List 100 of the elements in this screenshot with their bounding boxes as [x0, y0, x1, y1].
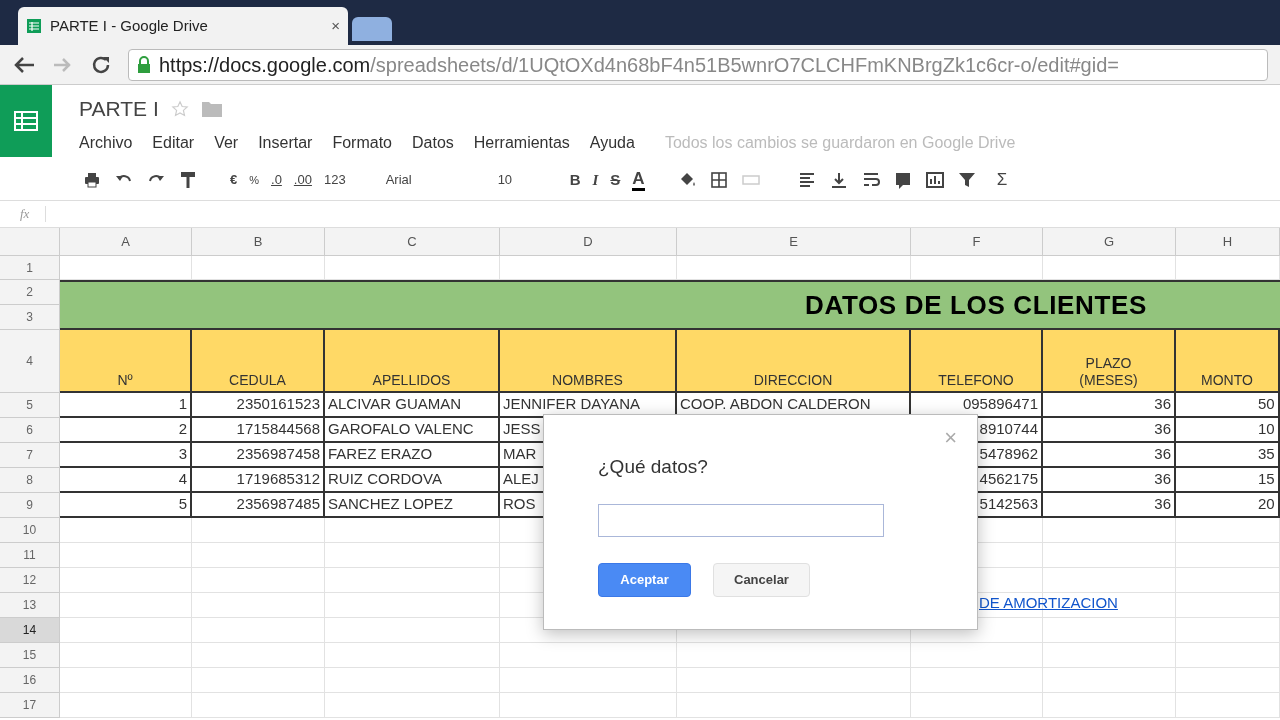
italic-button[interactable]: I	[592, 168, 599, 192]
row-header: 5	[0, 393, 60, 418]
filter-icon[interactable]	[956, 170, 977, 190]
cancel-button[interactable]: Cancelar	[713, 562, 810, 597]
table-cell: 36	[1043, 393, 1176, 418]
row-header: 3	[0, 305, 60, 330]
row-header: 4	[0, 330, 60, 393]
percent-button[interactable]: %	[249, 171, 259, 189]
sheets-logo[interactable]	[0, 85, 52, 157]
menu-item[interactable]: Herramientas	[473, 130, 570, 155]
font-size-dropdown[interactable]: 10	[497, 170, 558, 190]
formula-label: fx	[20, 205, 30, 224]
url-text: https://docs.google.com/spreadsheets/d/1UQtOXd4n68bF4n51B5wnrO7CLCHFmKNBrgZk1c6cr-o/edit#gid=	[159, 52, 1119, 78]
table-cell: 50	[1176, 393, 1280, 418]
save-status: Todos los cambios se guardaron en Google Drive	[664, 132, 1016, 153]
functions-button[interactable]: Σ	[996, 167, 1008, 193]
table-cell: RUIZ CORDOVA	[325, 468, 500, 493]
table-cell: GAROFALO VALENC	[325, 418, 500, 443]
table-title-banner: DATOS DE LOS CLIENTES	[60, 280, 1280, 330]
row-header: 9	[0, 493, 60, 518]
table-cell: 10	[1176, 418, 1280, 443]
column-heading-cell: Nº	[60, 330, 192, 393]
column-header: D	[500, 228, 677, 256]
table-cell: 1	[60, 393, 192, 418]
table-cell: 36	[1043, 443, 1176, 468]
menu-item[interactable]: Ayuda	[589, 130, 635, 155]
chart-icon[interactable]	[924, 170, 945, 190]
column-header: G	[1043, 228, 1176, 256]
column-header: H	[1176, 228, 1280, 256]
row-header: 6	[0, 418, 60, 443]
column-header: B	[192, 228, 325, 256]
row-header: 10	[0, 518, 60, 543]
corner-cell	[0, 228, 60, 256]
table-cell: 2350161523	[192, 393, 325, 418]
table-cell: 2	[60, 418, 192, 443]
menu-item[interactable]: Datos	[412, 130, 454, 155]
row-header: 17	[0, 693, 60, 718]
spreadsheet-icon	[26, 18, 42, 34]
column-heading-cell: NOMBRES	[500, 330, 677, 393]
back-icon[interactable]	[12, 54, 36, 75]
decrease-decimals-button[interactable]: .0	[271, 170, 282, 190]
hyperlink[interactable]: DE AMORTIZACION	[979, 594, 1118, 611]
table-cell: 3	[60, 443, 192, 468]
column-heading-cell: TELEFONO	[911, 330, 1043, 393]
table-cell: 5	[60, 493, 192, 518]
text-color-button[interactable]: A	[632, 169, 645, 191]
row-header: 11	[0, 543, 60, 568]
document-title[interactable]: PARTE I	[79, 93, 159, 125]
input-field[interactable]	[598, 503, 884, 537]
column-header: A	[60, 228, 192, 256]
table-cell: ALCIVAR GUAMAN	[325, 393, 500, 418]
column-heading-cell: DIRECCION	[677, 330, 911, 393]
lock-icon	[137, 55, 151, 74]
table-cell: SANCHEZ LOPEZ	[325, 493, 500, 518]
row-header: 1	[0, 256, 60, 280]
bold-button[interactable]: B	[569, 168, 581, 192]
table-cell: 36	[1043, 493, 1176, 518]
column-heading-cell: APELLIDOS	[325, 330, 500, 393]
column-header: F	[911, 228, 1043, 256]
increase-decimals-button[interactable]: .00	[293, 170, 312, 190]
row-header: 2	[0, 280, 60, 305]
table-cell: 4	[60, 468, 192, 493]
font-dropdown[interactable]: Arial	[385, 170, 486, 190]
row-header: 16	[0, 668, 60, 693]
row-header: 7	[0, 443, 60, 468]
strikethrough-button[interactable]: S	[610, 168, 621, 192]
table-cell: 2356987458	[192, 443, 325, 468]
table-cell: 15	[1176, 468, 1280, 493]
menu-item[interactable]: Archivo	[79, 130, 133, 155]
row-header: 12	[0, 568, 60, 593]
menu-item[interactable]: Formato	[332, 130, 392, 155]
column-heading-cell: CEDULA	[192, 330, 325, 393]
star-icon[interactable]	[170, 99, 189, 118]
column-header: E	[677, 228, 911, 256]
table-cell: 36	[1043, 418, 1176, 443]
browser-tab[interactable]: PARTE I - Google Drive ×	[18, 7, 348, 45]
column-header: C	[325, 228, 500, 256]
column-heading-cell: MONTO	[1176, 330, 1280, 393]
table-cell: 36	[1043, 468, 1176, 493]
table-cell: 1719685312	[192, 468, 325, 493]
row-header: 14	[0, 618, 60, 643]
table-cell: FAREZ ERAZO	[325, 443, 500, 468]
menu-item[interactable]: Insertar	[258, 130, 313, 155]
more-formats-button[interactable]: 123	[323, 170, 346, 190]
menu-item[interactable]: Editar	[152, 130, 195, 155]
currency-button[interactable]: €	[230, 170, 238, 190]
row-header: 15	[0, 643, 60, 668]
print-icon[interactable]	[82, 170, 102, 190]
table-cell: 20	[1176, 493, 1280, 518]
close-icon[interactable]: ×	[331, 14, 340, 38]
table-cell: 1715844568	[192, 418, 325, 443]
row-header: 8	[0, 468, 60, 493]
borders-icon[interactable]	[708, 170, 729, 190]
table-cell: 2356987485	[192, 493, 325, 518]
tab-title: PARTE I - Google Drive	[50, 15, 208, 36]
menu-item[interactable]: Ver	[214, 130, 239, 155]
address-bar[interactable]: https://docs.google.com/spreadsheets/d/1UQtOXd4n68bF4n51B5wnrO7CLCHFmKNBrgZk1c6cr-o/edit#gid=	[128, 48, 1268, 81]
paint-format-icon[interactable]	[178, 170, 198, 190]
table-cell: 35	[1176, 443, 1280, 468]
row-header: 13	[0, 593, 60, 618]
